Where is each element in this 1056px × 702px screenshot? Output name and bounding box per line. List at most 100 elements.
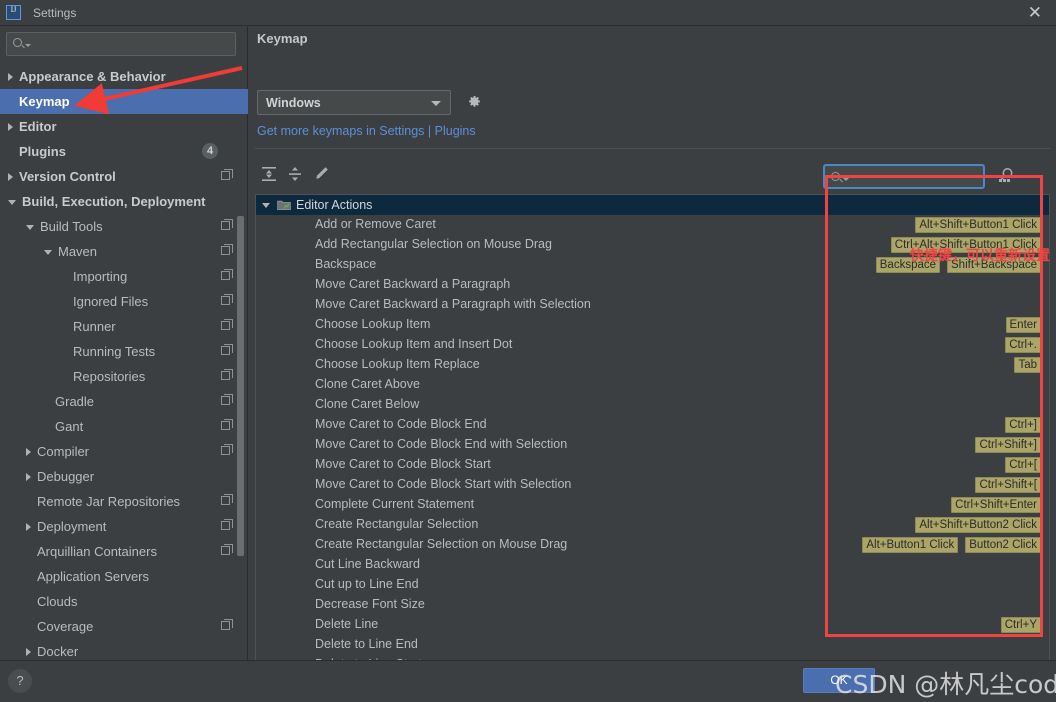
chevron-down-icon[interactable] [44,250,52,255]
copy-settings-icon[interactable] [221,494,233,505]
action-row[interactable]: Move Caret Backward a Paragraph [256,275,1049,295]
copy-settings-icon[interactable] [221,169,233,180]
copy-settings-icon[interactable] [221,319,233,330]
copy-settings-icon[interactable] [221,344,233,355]
keymap-find-field[interactable] [823,164,985,189]
chevron-right-icon[interactable] [26,447,31,456]
sidebar-item-plugins[interactable]: Plugins 4 [0,139,248,164]
shortcut-badge[interactable]: Button2 Click [965,537,1041,553]
collapse-all-icon[interactable] [285,164,305,184]
action-row[interactable]: Delete to Line End [256,635,1049,655]
action-row[interactable]: Decrease Font Size [256,595,1049,615]
shortcut-badge[interactable]: Enter [1005,317,1041,333]
keymap-find-input[interactable] [851,168,979,185]
action-row[interactable]: Create Rectangular Selection on Mouse Dr… [256,535,1049,555]
action-row[interactable]: Clone Caret Above [256,375,1049,395]
action-row[interactable]: Move Caret to Code Block Start with Sele… [256,475,1049,495]
shortcut-badge[interactable]: Tab [1014,357,1041,373]
copy-settings-icon[interactable] [221,419,233,430]
sidebar-item-editor[interactable]: Editor [0,114,248,139]
sidebar-item-running-tests[interactable]: Running Tests [0,339,248,364]
expand-all-icon[interactable] [259,164,279,184]
action-row[interactable]: Move Caret Backward a Paragraph with Sel… [256,295,1049,315]
copy-settings-icon[interactable] [221,219,233,230]
shortcut-badge[interactable]: Ctrl+Shift+[ [975,477,1041,493]
sidebar-item-remote-jar-repositories[interactable]: Remote Jar Repositories [0,489,248,514]
action-row[interactable]: Complete Current Statement Ctrl+Shift+Ent… [256,495,1049,515]
sidebar-item-docker[interactable]: Docker [0,639,248,660]
shortcut-badge[interactable]: Ctrl+[ [1005,457,1041,473]
copy-settings-icon[interactable] [221,519,233,530]
chevron-right-icon[interactable] [8,72,13,81]
chevron-right-icon[interactable] [26,522,31,531]
copy-settings-icon[interactable] [221,294,233,305]
shortcut-badge[interactable]: Ctrl+] [1005,417,1041,433]
sidebar-item-repositories[interactable]: Repositories [0,364,248,389]
sidebar-item-importing[interactable]: Importing [0,264,248,289]
copy-settings-icon[interactable] [221,244,233,255]
shortcut-badge[interactable]: Ctrl+. [1005,337,1041,353]
action-row[interactable]: Cut Line Backward [256,555,1049,575]
shortcut-badge[interactable]: Alt+Button1 Click [862,537,959,553]
action-row[interactable]: Move Caret to Code Block Start Ctrl+[ [256,455,1049,475]
sidebar-item-ignored-files[interactable]: Ignored Files [0,289,248,314]
sidebar-item-runner[interactable]: Runner [0,314,248,339]
keymap-select[interactable]: Windows [257,90,451,115]
sidebar-item-deployment[interactable]: Deployment [0,514,248,539]
get-more-keymaps-link[interactable]: Get more keymaps in Settings | Plugins [257,124,476,138]
sidebar-search[interactable] [6,32,236,56]
shortcut-badge[interactable]: Alt+Shift+Button1 Click [915,217,1041,233]
action-row[interactable]: Move Caret to Code Block End with Select… [256,435,1049,455]
chevron-right-icon[interactable] [8,122,13,131]
find-by-shortcut-icon[interactable] [996,166,1016,186]
sidebar-item-maven[interactable]: Maven [0,239,248,264]
sidebar-scrollbar-thumb[interactable] [237,216,244,556]
action-group-header[interactable]: Editor Actions [256,195,1049,215]
action-row[interactable]: Cut up to Line End [256,575,1049,595]
sidebar-item-clouds[interactable]: Clouds [0,589,248,614]
edit-pencil-icon[interactable] [311,164,331,184]
copy-settings-icon[interactable] [221,269,233,280]
gear-icon[interactable] [467,95,482,110]
sidebar-scrollbar[interactable] [237,64,246,660]
sidebar-item-gant[interactable]: Gant [0,414,248,439]
action-row[interactable]: Add or Remove Caret Alt+Shift+Button1 Cli… [256,215,1049,235]
copy-settings-icon[interactable] [221,369,233,380]
copy-settings-icon[interactable] [221,619,233,630]
chevron-right-icon[interactable] [8,172,13,181]
sidebar-item-appearance-behavior[interactable]: Appearance & Behavior [0,64,248,89]
sidebar-item-build-execution-deployment[interactable]: Build, Execution, Deployment [0,189,248,214]
shortcut-badge[interactable]: Alt+Shift+Button2 Click [915,517,1041,533]
chevron-right-icon[interactable] [26,647,31,656]
sidebar-item-version-control[interactable]: Version Control [0,164,248,189]
copy-settings-icon[interactable] [221,394,233,405]
action-row[interactable]: Clone Caret Below [256,395,1049,415]
copy-settings-icon[interactable] [221,544,233,555]
shortcut-badge[interactable]: Ctrl+Shift+Enter [951,497,1041,513]
action-row[interactable]: Move Caret to Code Block End Ctrl+] [256,415,1049,435]
action-row[interactable]: Choose Lookup Item and Insert Dot Ctrl+. [256,335,1049,355]
chevron-right-icon[interactable] [26,472,31,481]
action-row[interactable]: Delete Line Ctrl+Y [256,615,1049,635]
settings-tree[interactable]: Appearance & Behavior Keymap Editor Plugins… [0,64,248,660]
sidebar-item-coverage[interactable]: Coverage [0,614,248,639]
action-row[interactable]: Choose Lookup Item Replace Tab [256,355,1049,375]
close-icon[interactable]: ✕ [1028,3,1042,23]
action-row[interactable]: Create Rectangular Selection Alt+Shift+Bu… [256,515,1049,535]
sidebar-item-build-tools[interactable]: Build Tools [0,214,248,239]
sidebar-item-gradle[interactable]: Gradle [0,389,248,414]
sidebar-item-debugger[interactable]: Debugger [0,464,248,489]
copy-settings-icon[interactable] [221,444,233,455]
search-input[interactable] [33,35,231,53]
sidebar-item-application-servers[interactable]: Application Servers [0,564,248,589]
chevron-down-icon[interactable] [8,200,16,205]
sidebar-item-arquillian-containers[interactable]: Arquillian Containers [0,539,248,564]
action-row[interactable]: Choose Lookup Item Enter [256,315,1049,335]
chevron-down-icon[interactable] [26,225,34,230]
help-icon[interactable]: ? [8,669,32,693]
shortcut-badge[interactable]: Ctrl+Shift+] [975,437,1041,453]
ok-button[interactable]: OK [803,668,875,693]
sidebar-item-compiler[interactable]: Compiler [0,439,248,464]
sidebar-item-keymap[interactable]: Keymap [0,89,248,114]
shortcut-badge[interactable]: Ctrl+Y [1000,617,1041,633]
